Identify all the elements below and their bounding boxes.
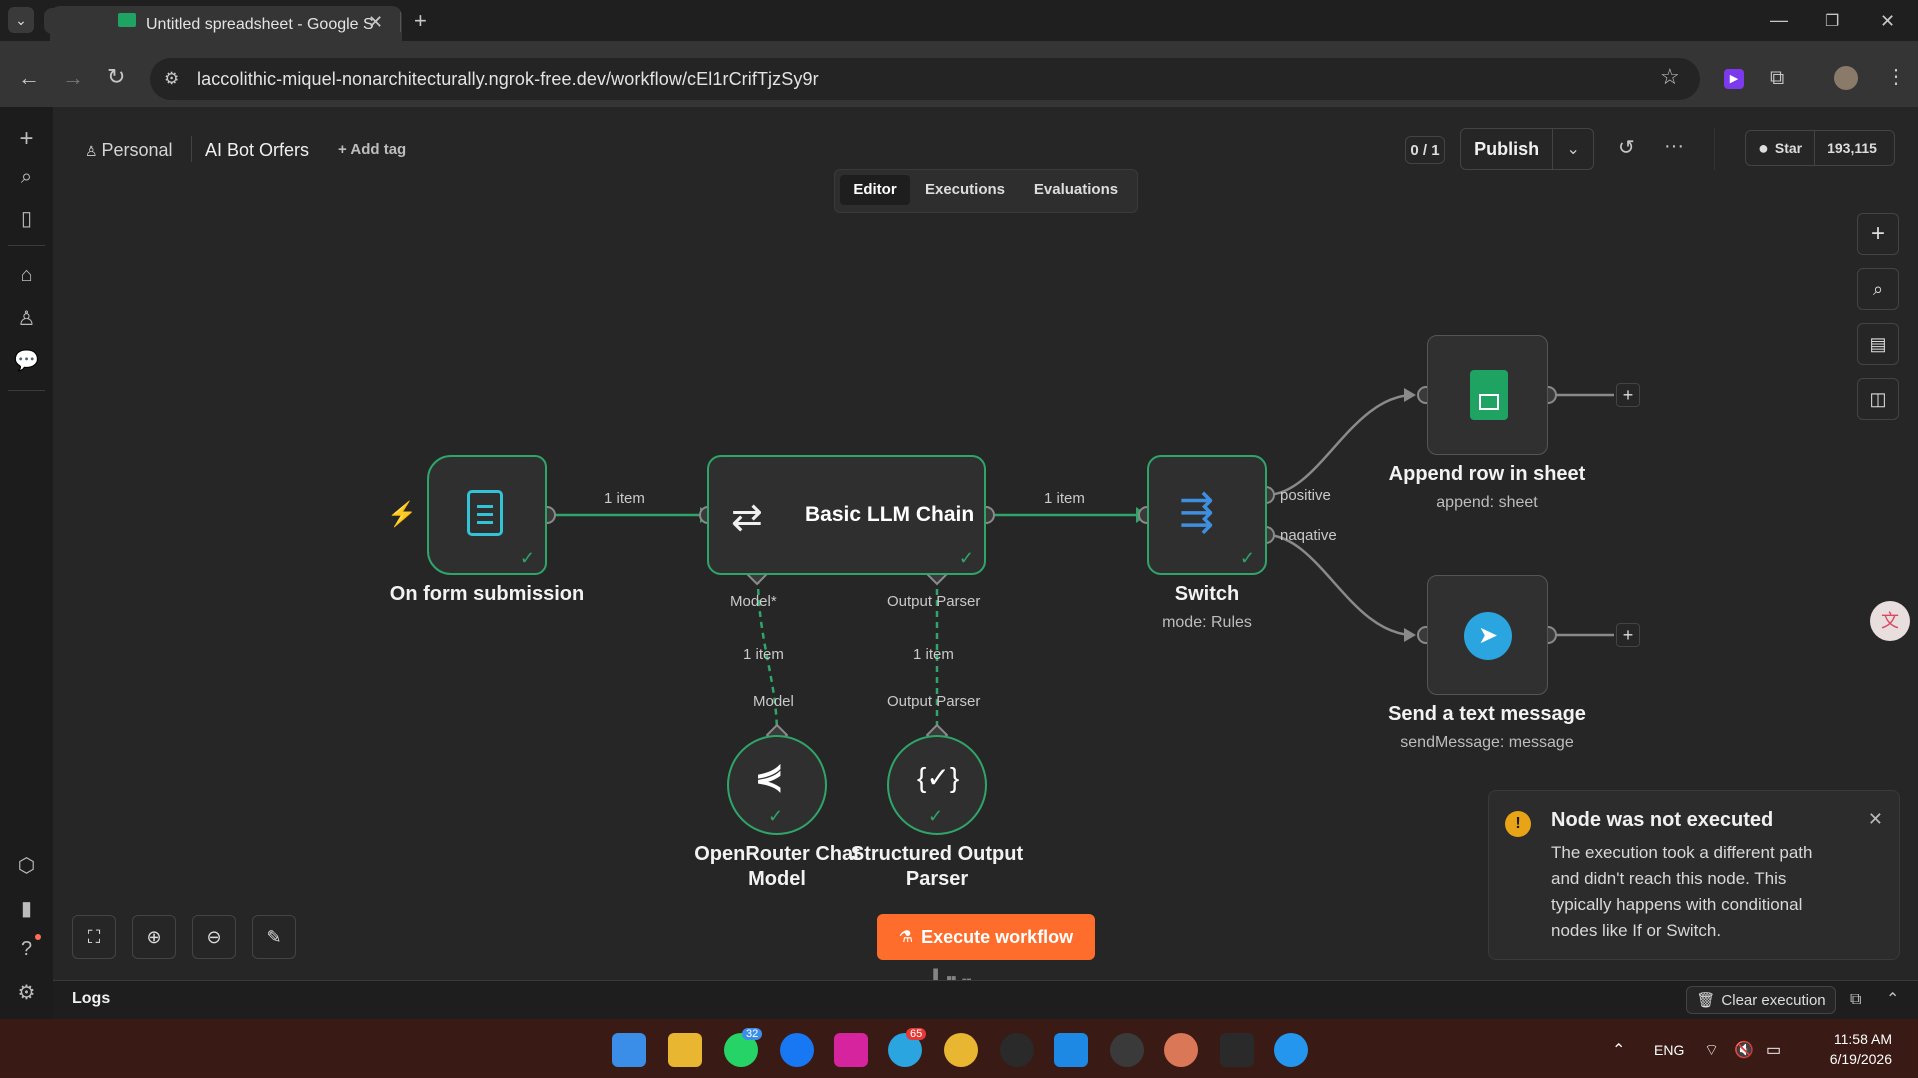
llm-port-model-label: Model* xyxy=(730,593,777,610)
success-check-icon: ✓ xyxy=(768,806,784,826)
sheet-title: Append row in sheet xyxy=(1388,463,1586,485)
llm-switch-edge-count: 1 item xyxy=(1044,490,1085,507)
google-sheets-icon xyxy=(1470,370,1508,420)
clear-execution-label: Clear execution xyxy=(1721,991,1826,1009)
media-player-icon[interactable] xyxy=(1110,1033,1144,1067)
trigger-title: On form submission xyxy=(389,583,585,605)
toast-line-2: and didn't reach this node. This xyxy=(1551,869,1787,888)
llm-chain-icon: ⇄ xyxy=(731,497,763,539)
trigger-bolt-icon: ⚡ xyxy=(387,501,417,528)
sheet-subtitle: append: sheet xyxy=(1436,494,1538,511)
toast-notification: ! Node was not executed ✕ The execution … xyxy=(1488,790,1900,960)
popout-icon[interactable]: ⧉ xyxy=(1850,990,1861,1010)
parser-title-2: Parser xyxy=(905,868,969,890)
arrow-telegram xyxy=(1404,628,1416,642)
execute-workflow-button[interactable]: ⚗ Execute workflow xyxy=(877,914,1095,960)
switch-title: Switch xyxy=(1174,583,1240,605)
wifi-icon[interactable]: ⌔ xyxy=(1704,1040,1719,1060)
toast-close-icon[interactable]: ✕ xyxy=(1868,809,1883,830)
warning-icon: ! xyxy=(1505,811,1531,837)
claude-icon[interactable] xyxy=(1164,1033,1198,1067)
clock-time[interactable]: 11:58 AM xyxy=(1812,1031,1892,1047)
logs-bar[interactable] xyxy=(53,980,1918,1020)
braces-check-icon: {✓} xyxy=(917,762,960,793)
toast-line-1: The execution took a different path xyxy=(1551,843,1813,862)
success-check-icon: ✓ xyxy=(958,548,974,568)
node-llm-chain[interactable]: ⇄ Basic LLM Chain ✓ xyxy=(707,455,986,575)
telegram-subtitle: sendMessage: message xyxy=(1400,734,1574,751)
toast-title: Node was not executed xyxy=(1551,809,1774,831)
node-telegram[interactable]: ➤ xyxy=(1427,575,1548,695)
fit-view-button[interactable]: ⛶ xyxy=(72,915,116,959)
language-indicator[interactable]: ENG xyxy=(1654,1042,1684,1058)
arrow-sheet xyxy=(1404,388,1416,402)
add-after-sheet-button[interactable]: + xyxy=(1616,383,1640,407)
logs-label[interactable]: Logs xyxy=(72,990,110,1008)
switch-subtitle: mode: Rules xyxy=(1162,614,1252,631)
success-check-icon: ✓ xyxy=(928,806,944,826)
openrouter-port-label: Model xyxy=(753,693,794,710)
parser-edge-count: 1 item xyxy=(913,646,954,663)
switch-icon: ⇶ xyxy=(1179,488,1215,535)
node-append-sheet[interactable] xyxy=(1427,335,1548,455)
telegram-icon: ➤ xyxy=(1464,612,1512,660)
chatgpt-icon[interactable] xyxy=(1000,1033,1034,1067)
zoom-out-button[interactable]: ⊖ xyxy=(192,915,236,959)
windows-start-icon[interactable] xyxy=(612,1033,646,1067)
success-check-icon: ✓ xyxy=(1239,548,1255,568)
tidy-up-button[interactable]: ✎ xyxy=(252,915,296,959)
terminal-icon[interactable] xyxy=(1220,1033,1254,1067)
model-edge-count: 1 item xyxy=(743,646,784,663)
parser-port-label: Output Parser xyxy=(887,693,981,710)
llm-port-parser-label: Output Parser xyxy=(887,593,981,610)
zoom-in-button[interactable]: ⊕ xyxy=(132,915,176,959)
facebook-icon[interactable] xyxy=(780,1033,814,1067)
volume-muted-icon[interactable]: 🔇 xyxy=(1734,1040,1754,1060)
switch-negative-label: naqative xyxy=(1280,527,1337,544)
node-switch[interactable]: ⇶ ✓ xyxy=(1147,455,1267,575)
tray-chevron-icon[interactable]: ⌃ xyxy=(1612,1040,1625,1060)
node-output-parser[interactable]: {✓} ✓ xyxy=(887,735,987,835)
trash-icon: 🗑 xyxy=(1696,992,1716,1009)
flask-icon: ⚗ xyxy=(898,929,914,946)
node-openrouter[interactable]: ⋞ ✓ xyxy=(727,735,827,835)
whatsapp-badge: 32 xyxy=(742,1028,763,1040)
node-form-trigger[interactable]: ✓ xyxy=(427,455,547,575)
telegram-title: Send a text message xyxy=(1388,703,1586,725)
llm-chain-title: Basic LLM Chain xyxy=(805,503,975,526)
battery-icon[interactable]: ▭ xyxy=(1766,1040,1781,1060)
clear-execution-button[interactable]: 🗑 Clear execution xyxy=(1686,986,1836,1014)
execute-label: Execute workflow xyxy=(921,926,1074,947)
clock-date[interactable]: 6/19/2026 xyxy=(1812,1051,1892,1067)
telegram-badge: 65 xyxy=(906,1028,927,1040)
add-after-telegram-button[interactable]: + xyxy=(1616,623,1640,647)
openrouter-icon: ⋞ xyxy=(755,758,784,796)
trigger-edge-count: 1 item xyxy=(604,490,645,507)
docker-icon[interactable] xyxy=(1274,1033,1308,1067)
vscode-icon[interactable] xyxy=(1054,1033,1088,1067)
parser-title-1: Structured Output xyxy=(850,843,1024,865)
file-explorer-icon[interactable] xyxy=(668,1033,702,1067)
collapse-logs-icon[interactable]: ⌃ xyxy=(1886,990,1899,1010)
toast-line-4: nodes like If or Switch. xyxy=(1551,921,1722,940)
switch-positive-label: positive xyxy=(1280,487,1331,504)
clipboard-icon xyxy=(467,490,503,536)
toast-line-3: typically happens with conditional xyxy=(1551,895,1803,914)
success-check-icon: ✓ xyxy=(519,548,535,568)
instagram-icon[interactable] xyxy=(834,1033,868,1067)
chrome-icon[interactable] xyxy=(944,1033,978,1067)
